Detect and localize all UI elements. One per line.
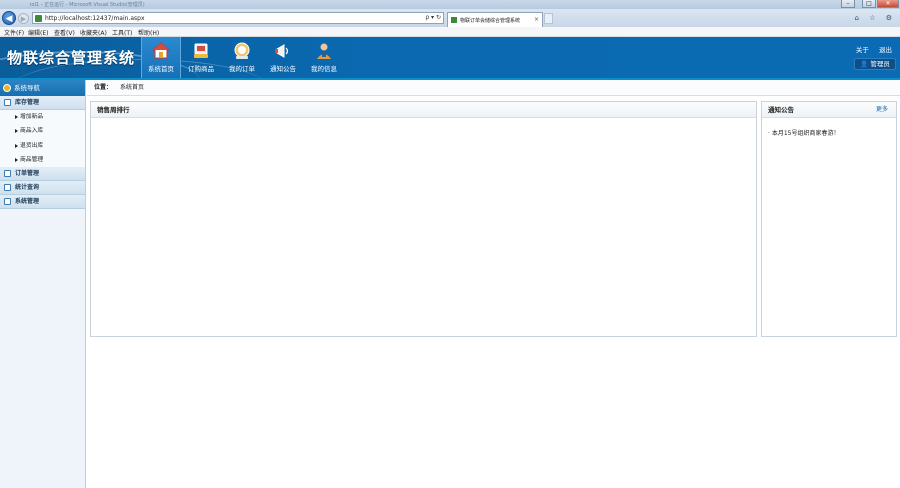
about-link[interactable]: 关于 [856,46,869,54]
megaphone-icon [275,44,289,58]
menu-help[interactable]: 帮助(H) [138,28,159,37]
user-profile-icon [317,43,331,59]
notice-item[interactable]: · 本月15号组织商家春游！ [768,128,839,137]
nav-home[interactable]: 系统首页 [141,37,181,78]
sales-ranking-panel: 销售周排行 [90,101,757,337]
menu-favorites[interactable]: 收藏夹(A) [80,28,107,37]
order-edit-icon [4,170,11,178]
browser-tab[interactable]: 物联订单会储综合管理系统 × [447,12,543,27]
sidebar-item-stock-in[interactable]: 商品入库 [0,124,85,139]
triangle-right-icon [15,129,18,134]
triangle-right-icon [15,143,18,148]
notice-more-link[interactable]: 更多 [876,102,888,118]
bullet-icon: · [768,130,770,137]
notice-panel: 通知公告 更多 · 本月15号组织商家春游！ [761,101,897,337]
sidebar: 系统导航 库存管理 增加新品 商品入库 退货出库 商品管理 订单管理 统计查询 … [0,80,86,488]
nav-my-info[interactable]: 我的信息 [304,37,344,78]
logout-link[interactable]: 退出 [879,46,892,54]
browser-right-icons[interactable]: ⌂ ☆ ⚙ [855,14,896,22]
inventory-icon [4,99,11,106]
sidebar-group-inventory[interactable]: 库存管理 [0,96,85,110]
sidebar-group-statistics[interactable]: 统计查询 [0,181,85,196]
sidebar-item-product-manage[interactable]: 商品管理 [0,152,85,168]
minimize-button[interactable]: – [841,0,855,8]
user-name: 管理员 [870,60,890,68]
tab-close-icon[interactable]: × [534,16,539,23]
sidebar-title: 系统导航 [14,84,40,92]
address-tools[interactable]: ρ ▾ ↻ [425,14,441,21]
window-title: ioI1 - 正在运行 - Microsoft Visual Studio(管理… [30,2,145,8]
sidebar-item-add-product[interactable]: 增加新品 [0,110,85,125]
triangle-right-icon [15,157,18,162]
breadcrumb: 位置： 系统首页 [87,80,900,96]
menu-tools[interactable]: 工具(T) [112,28,132,37]
page-favicon-icon [35,15,42,22]
nav-order-goods[interactable]: 订购商品 [181,37,221,78]
navigation-icon [3,84,11,92]
back-arrow-icon[interactable]: ◀ [2,11,16,25]
home-icon [152,42,170,59]
sales-ranking-title: 销售周排行 [91,102,756,118]
window-title-bar: ioI1 - 正在运行 - Microsoft Visual Studio(管理… [0,0,900,9]
breadcrumb-current: 系统首页 [119,84,144,91]
order-goods-icon [194,43,208,58]
menu-view[interactable]: 查看(V) [54,28,75,37]
nav-notices[interactable]: 通知公告 [263,37,303,78]
address-bar[interactable]: http://localhost:12437/main.aspx ρ ▾ ↻ [32,12,444,24]
close-window-button[interactable]: ✕ [877,0,899,8]
triangle-right-icon [15,115,18,119]
user-icon: 👤 [860,60,869,68]
app-header: 物联综合管理系统 系统首页 订购商品 我的订单 通知公告 我的信息 关于 退出 … [0,37,900,78]
menu-file[interactable]: 文件(F) [4,28,24,37]
browser-toolbar: ◀ ▶ http://localhost:12437/main.aspx ρ ▾… [0,9,900,27]
tab-title: 物联订单会储综合管理系统 [460,18,521,24]
notice-panel-title: 通知公告 [768,106,794,114]
nav-my-orders[interactable]: 我的订单 [222,37,262,78]
tab-favicon-icon [451,17,457,23]
forward-arrow-icon[interactable]: ▶ [18,13,29,24]
user-badge[interactable]: 👤 管理员 [854,58,896,70]
my-orders-icon [234,42,250,59]
maximize-button[interactable]: □ [862,0,876,8]
new-tab-button[interactable] [544,13,553,24]
sidebar-item-return-out[interactable]: 退货出库 [0,138,85,153]
breadcrumb-label: 位置： [94,84,113,91]
notice-panel-header: 通知公告 更多 [762,102,896,118]
system-settings-icon [4,198,11,206]
sidebar-group-orders[interactable]: 订单管理 [0,167,85,182]
menu-bar: 文件(F) 编辑(E) 查看(V) 收藏夹(A) 工具(T) 帮助(H) [0,27,900,37]
header-links: 关于 退出 [848,44,892,54]
menu-edit[interactable]: 编辑(E) [28,28,48,37]
app-title: 物联综合管理系统 [7,49,136,67]
url-text[interactable]: http://localhost:12437/main.aspx [45,15,145,22]
sidebar-header: 系统导航 [0,80,85,96]
statistics-icon [4,184,11,192]
sidebar-group-system[interactable]: 系统管理 [0,195,85,210]
